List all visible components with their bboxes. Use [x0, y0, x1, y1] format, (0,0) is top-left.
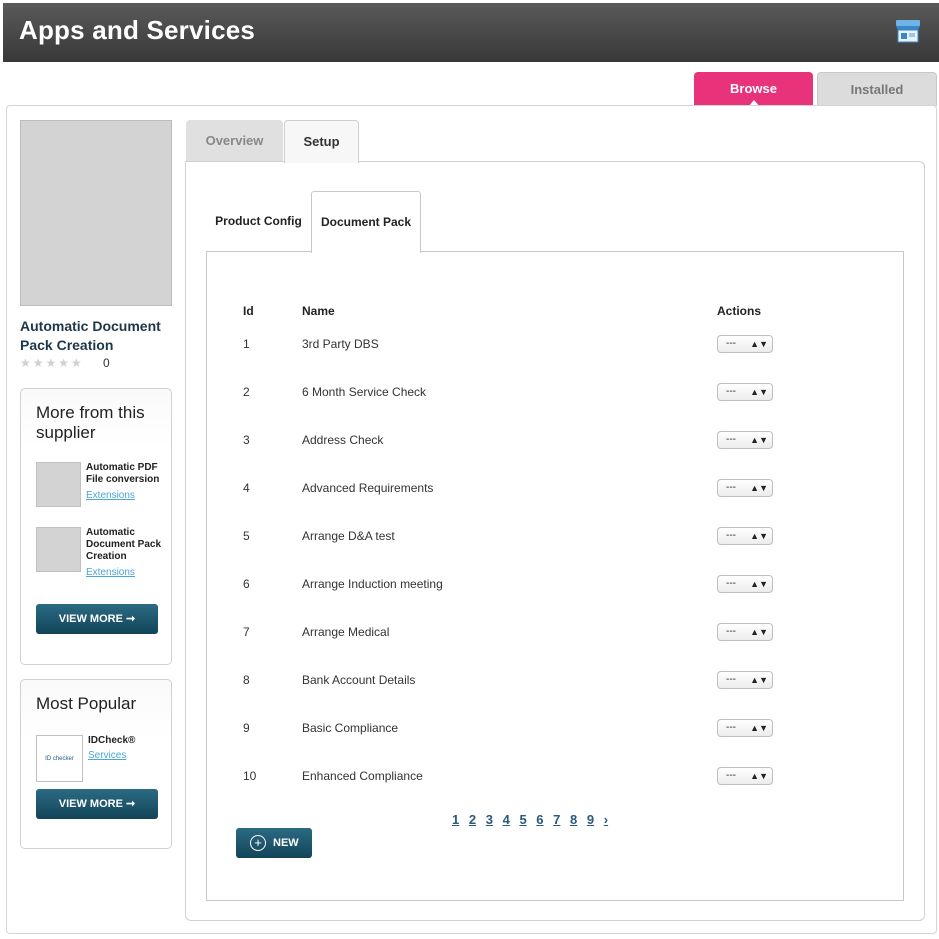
actions-select[interactable]: --- ▲▼: [717, 767, 773, 785]
tab-document-pack[interactable]: Document Pack: [311, 191, 421, 253]
row-id: 10: [243, 769, 257, 783]
select-arrows-icon: ▲▼: [750, 435, 768, 445]
item-thumbnail: [36, 462, 81, 507]
tab-browse[interactable]: Browse: [694, 72, 813, 107]
select-value: ---: [726, 530, 736, 541]
column-header-id: Id: [243, 304, 254, 318]
row-id: 2: [243, 385, 250, 399]
row-name: Address Check: [302, 433, 384, 447]
select-arrows-icon: ▲▼: [750, 627, 768, 637]
row-name: Enhanced Compliance: [302, 769, 423, 783]
actions-select[interactable]: --- ▲▼: [717, 575, 773, 593]
row-name: Arrange Induction meeting: [302, 577, 443, 591]
row-name: Arrange Medical: [302, 625, 390, 639]
view-more-button[interactable]: VIEW MORE ➞: [36, 789, 158, 819]
select-arrows-icon: ▲▼: [750, 531, 768, 541]
row-name: 6 Month Service Check: [302, 385, 427, 399]
page-link[interactable]: 5: [519, 812, 526, 827]
item-name[interactable]: IDCheck®: [88, 735, 173, 747]
row-id: 8: [243, 673, 250, 687]
tab-product-config[interactable]: Product Config: [207, 191, 310, 252]
actions-select[interactable]: --- ▲▼: [717, 383, 773, 401]
more-from-supplier-box: More from this supplier Automatic PDF Fi…: [20, 388, 172, 665]
item-category-link[interactable]: Extensions: [86, 490, 135, 501]
actions-select[interactable]: --- ▲▼: [717, 623, 773, 641]
page-link[interactable]: 1: [452, 812, 459, 827]
page-link[interactable]: 8: [570, 812, 577, 827]
select-arrows-icon: ▲▼: [750, 675, 768, 685]
page-title: Apps and Services: [19, 15, 256, 45]
tab-overview[interactable]: Overview: [186, 120, 283, 162]
pagination: 1 2 3 4 5 6 7 8 9 ›: [452, 812, 614, 827]
actions-select[interactable]: --- ▲▼: [717, 479, 773, 497]
item-category-link[interactable]: Extensions: [86, 567, 135, 578]
select-value: ---: [726, 482, 736, 493]
select-value: ---: [726, 626, 736, 637]
list-item[interactable]: Automatic PDF File conversion Extensions: [36, 462, 176, 512]
store-icon[interactable]: [895, 18, 921, 44]
page-link[interactable]: 9: [587, 812, 594, 827]
select-value: ---: [726, 434, 736, 445]
row-id: 4: [243, 481, 250, 495]
row-name: 3rd Party DBS: [302, 337, 379, 351]
most-popular-box: Most Popular ID checker IDCheck® Service…: [20, 679, 172, 849]
select-value: ---: [726, 386, 736, 397]
row-id: 7: [243, 625, 250, 639]
new-button[interactable]: + NEW: [236, 828, 312, 858]
page-link[interactable]: 7: [553, 812, 560, 827]
row-id: 1: [243, 337, 250, 351]
row-name: Basic Compliance: [302, 721, 399, 735]
row-id: 3: [243, 433, 250, 447]
item-category-link[interactable]: Services: [88, 750, 126, 761]
new-button-label: NEW: [273, 837, 299, 849]
item-name[interactable]: Automatic PDF File conversion: [86, 462, 171, 486]
rating-stars[interactable]: ★★★★★: [20, 356, 84, 370]
select-value: ---: [726, 578, 736, 589]
row-name: Advanced Requirements: [302, 481, 434, 495]
actions-select[interactable]: --- ▲▼: [717, 335, 773, 353]
select-arrows-icon: ▲▼: [750, 771, 768, 781]
actions-select[interactable]: --- ▲▼: [717, 527, 773, 545]
list-item[interactable]: Automatic Document Pack Creation Extensi…: [36, 527, 176, 578]
select-arrows-icon: ▲▼: [750, 387, 768, 397]
view-more-button[interactable]: VIEW MORE ➞: [36, 604, 158, 634]
select-value: ---: [726, 770, 736, 781]
page-link[interactable]: 3: [486, 812, 493, 827]
actions-select[interactable]: --- ▲▼: [717, 719, 773, 737]
column-header-name: Name: [302, 304, 335, 318]
page-link[interactable]: 2: [469, 812, 476, 827]
select-value: ---: [726, 722, 736, 733]
column-header-actions: Actions: [717, 304, 762, 318]
supplier-box-title: More from this supplier: [36, 403, 145, 442]
page-link[interactable]: 4: [503, 812, 510, 827]
row-id: 5: [243, 529, 250, 543]
select-arrows-icon: ▲▼: [750, 579, 768, 589]
plus-circle-icon: +: [250, 835, 266, 851]
item-name[interactable]: Automatic Document Pack Creation: [86, 527, 171, 563]
page-link[interactable]: 6: [536, 812, 543, 827]
next-page-link[interactable]: ›: [604, 812, 608, 827]
row-name: Arrange D&A test: [302, 529, 395, 543]
select-value: ---: [726, 674, 736, 685]
product-image: [20, 120, 172, 306]
app-header: Apps and Services: [3, 3, 939, 62]
rating-count: 0: [103, 356, 110, 370]
tab-installed[interactable]: Installed: [817, 72, 937, 106]
idcheck-logo: ID checker: [36, 735, 83, 782]
select-value: ---: [726, 338, 736, 349]
item-thumbnail: [36, 527, 81, 572]
list-item[interactable]: ID checker IDCheck® Services: [36, 735, 176, 785]
select-arrows-icon: ▲▼: [750, 723, 768, 733]
row-id: 9: [243, 721, 250, 735]
actions-select[interactable]: --- ▲▼: [717, 431, 773, 449]
product-title: Automatic Document Pack Creation: [20, 318, 161, 353]
row-name: Bank Account Details: [302, 673, 416, 687]
popular-box-title: Most Popular: [36, 694, 137, 713]
tab-setup[interactable]: Setup: [284, 120, 359, 163]
select-arrows-icon: ▲▼: [750, 483, 768, 493]
row-id: 6: [243, 577, 250, 591]
select-arrows-icon: ▲▼: [750, 339, 768, 349]
actions-select[interactable]: --- ▲▼: [717, 671, 773, 689]
